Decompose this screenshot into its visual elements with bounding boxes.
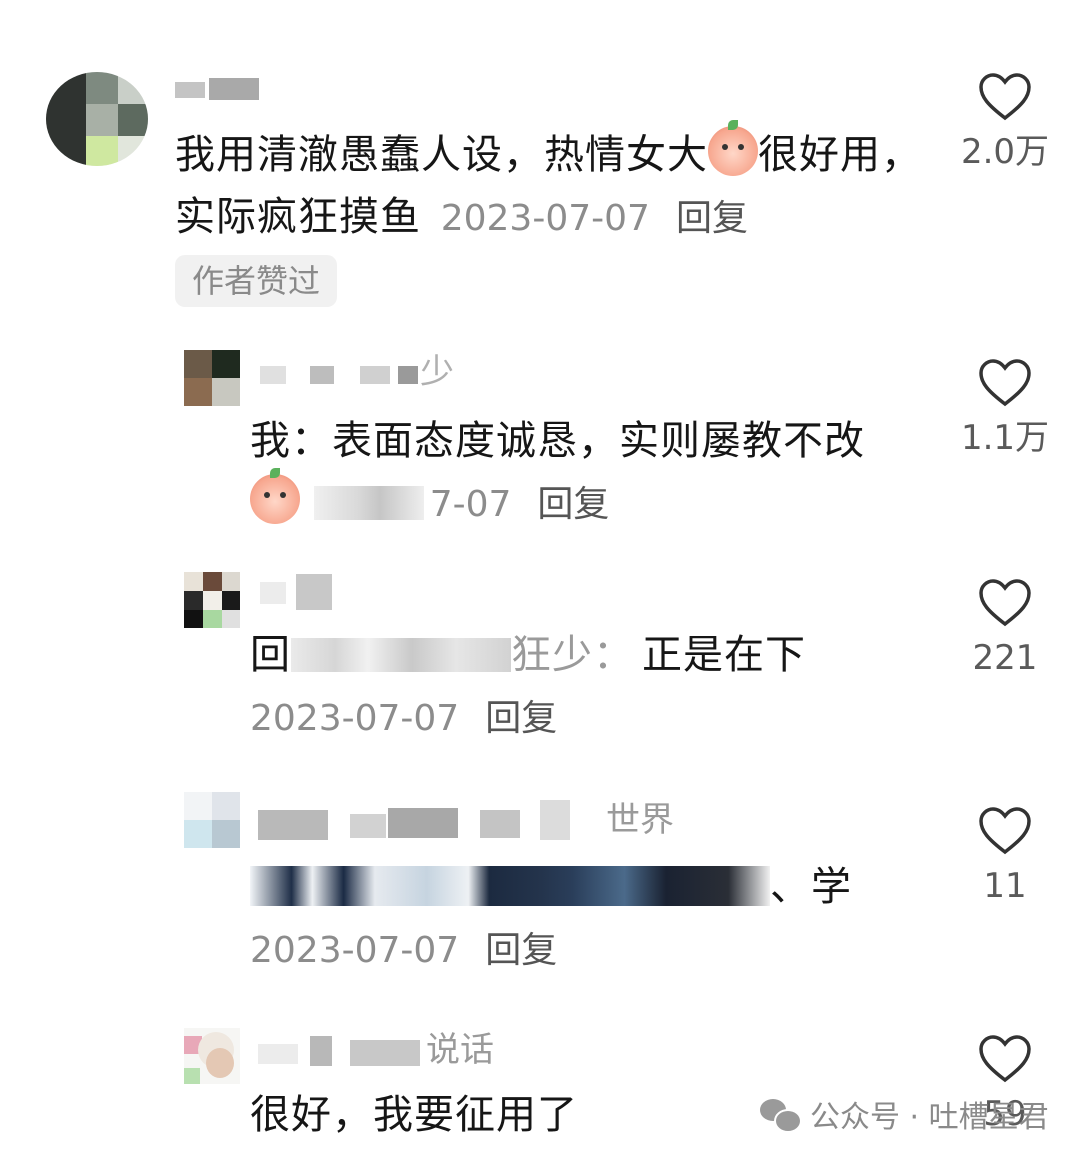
like-count: 11 [983,866,1027,906]
like-count: 2.0万 [960,132,1050,172]
reply-button[interactable]: 回复 [485,930,557,971]
like-button[interactable]: 1.1万 [960,358,1050,458]
heart-icon [979,73,1031,121]
username-blurred[interactable] [250,574,350,614]
comment-text-part1: 我用清澈愚蠢人设，热情女大 [175,132,708,178]
wechat-icon [760,1097,802,1133]
username-visible-part: 少 [420,352,454,392]
comment-date: 7-07 [429,484,512,525]
avatar[interactable] [184,350,240,406]
comment-text: 、学 2023-07-07 回复 [250,856,910,982]
comment-date: 2023-07-07 [250,698,460,739]
blurred-date-prefix [313,486,424,520]
wechat-watermark: 公众号 · 吐槽星君 [760,1090,1049,1138]
comment-text: 我：表面态度诚恳，实则屡教不改 7-07 回复 [250,410,910,536]
comment-text-body: 很好，我要征用了 [250,1092,578,1138]
author-liked-badge: 作者赞过 [175,255,337,307]
username-visible-part: 说话 [426,1030,494,1070]
watermark-text: 公众号 · 吐槽星君 [810,1100,1049,1135]
comment-text-mention: 狂少： [511,632,634,678]
comment-text-body: 我：表面态度诚恳，实则屡教不改 [250,418,865,464]
username-blurred[interactable]: 世界 [258,800,688,840]
like-count: 221 [972,638,1038,678]
comment-text: 很好，我要征用了 [250,1084,770,1146]
kiss-emoji-icon [708,120,758,176]
username-blurred[interactable]: 说话 [250,1030,510,1070]
heart-icon [979,579,1031,627]
peek-emoji-icon [250,468,300,524]
reply-button[interactable]: 回复 [485,698,557,739]
heart-icon [979,1035,1031,1083]
heart-icon [979,807,1031,855]
heart-icon [979,359,1031,407]
avatar[interactable] [184,1028,240,1084]
like-button[interactable]: 2.0万 [960,72,1050,172]
avatar[interactable] [46,72,148,166]
avatar[interactable] [184,572,240,628]
like-button[interactable]: 11 [960,806,1050,906]
like-count: 1.1万 [960,418,1050,458]
like-button[interactable]: 221 [960,578,1050,678]
username-visible-part: 世界 [606,800,674,840]
comment-text: 我用清澈愚蠢人设，热情女大 很好用，实际疯狂摸鱼 2023-07-07 回复 [175,120,935,250]
blurred-comment-text [250,866,770,906]
comment-text: 回 狂少： 正是在下 2023-07-07 回复 [250,624,910,750]
comment-text-body: 正是在下 [642,632,806,678]
avatar[interactable] [184,792,240,848]
blurred-username-mention [291,638,511,672]
username-blurred[interactable] [175,72,265,112]
username-blurred[interactable]: 少 [250,352,480,392]
comment-date: 2023-07-07 [250,930,460,971]
reply-button[interactable]: 回复 [537,484,609,525]
comment-date: 2023-07-07 [440,198,650,239]
reply-button[interactable]: 回复 [676,198,748,239]
comment-text-prefix: 回 [250,632,291,678]
comment-text-body: 、学 [770,864,852,910]
